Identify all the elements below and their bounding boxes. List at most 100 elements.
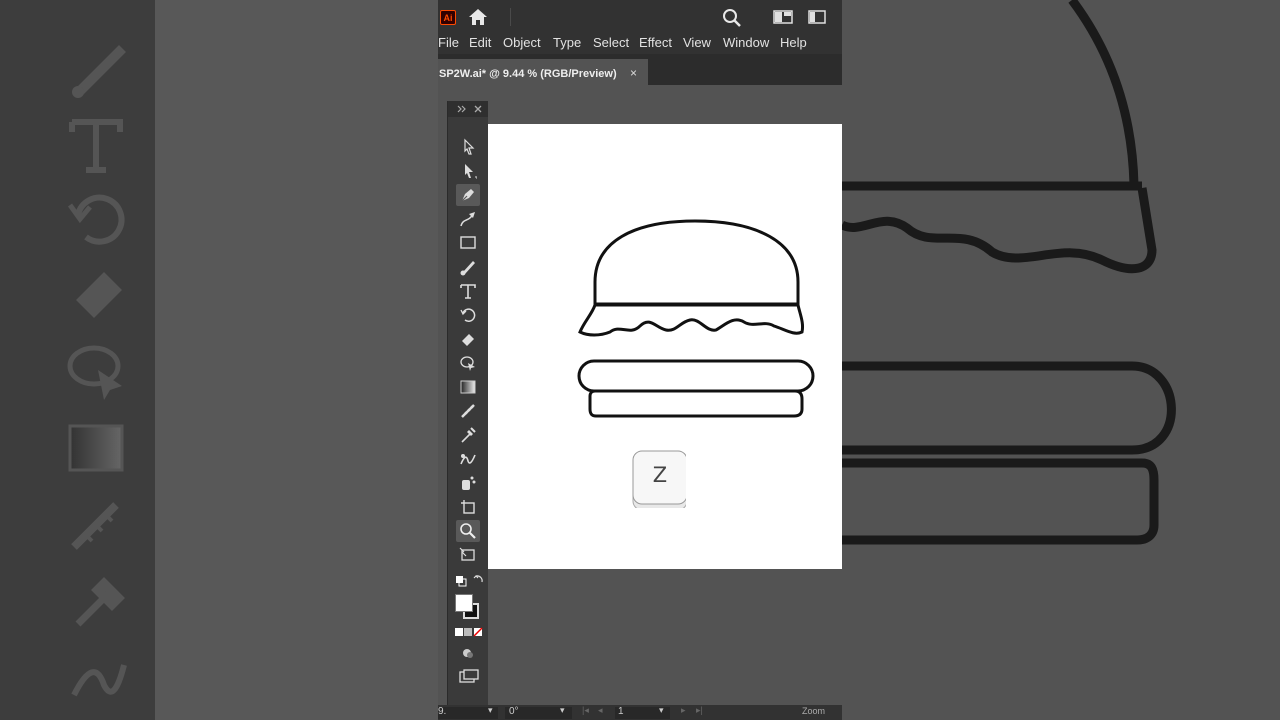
bg-brush-icon (72, 45, 126, 98)
default-fill-stroke-icon[interactable] (454, 574, 484, 588)
search-icon[interactable] (722, 8, 742, 28)
keystroke-label: Z (652, 463, 668, 487)
eyedropper-tool[interactable] (456, 424, 480, 446)
bg-blend-icon (71, 664, 127, 697)
burger-lettuce (578, 303, 804, 337)
menu-type[interactable]: Type (553, 35, 581, 50)
gradient-tool[interactable] (456, 376, 480, 398)
app-logo: Ai (440, 10, 456, 25)
menu-edit[interactable]: Edit (469, 35, 491, 50)
rotation-field[interactable]: 0° ▾ (505, 705, 572, 719)
background-canvas-strip (155, 0, 438, 720)
direct-selection-tool[interactable] (456, 160, 480, 182)
bg-shape-builder-icon (67, 345, 122, 400)
menu-help[interactable]: Help (780, 35, 807, 50)
arrange-documents-icon[interactable] (773, 10, 793, 24)
chevron-down-icon: ▾ (560, 705, 565, 715)
paintbrush-tool[interactable] (456, 256, 480, 278)
symbol-sprayer-tool[interactable] (456, 472, 480, 494)
status-bar: 9. ▾ 0° ▾ |◂ ◂ 1 ▾ ▸ ▸| Zoom (438, 705, 842, 720)
blend-icon (460, 454, 476, 465)
artboard[interactable]: Z (488, 124, 842, 569)
first-artboard-icon[interactable]: |◂ (582, 705, 589, 716)
shape-builder-icon (460, 356, 475, 371)
bg-gradient-icon (68, 424, 124, 472)
measure-icon (461, 404, 475, 418)
document-tab-title: SP2W.ai* @ 9.44 % (RGB/Preview) (439, 68, 617, 80)
menu-file[interactable]: File (438, 35, 459, 50)
rotate-tool[interactable] (456, 304, 480, 326)
current-tool-label: Zoom (802, 706, 826, 716)
bg-eyedropper-icon (75, 577, 125, 627)
home-icon[interactable] (468, 8, 488, 26)
artboard-number-field[interactable]: 1 ▾ (615, 705, 670, 719)
chevron-down-icon: ▾ (488, 705, 493, 715)
blend-tool[interactable] (456, 448, 480, 470)
menu-object[interactable]: Object (503, 35, 541, 50)
bg-burger-zoom (842, 0, 1176, 545)
bg-type-icon (69, 119, 123, 173)
next-artboard-icon[interactable]: ▸ (681, 705, 686, 716)
zoom-level-field[interactable]: 9. ▾ (438, 705, 498, 719)
menu-effect[interactable]: Effect (639, 35, 672, 50)
zoom-icon (460, 523, 476, 539)
tools-panel-header (448, 101, 488, 117)
color-mode-icons[interactable] (455, 627, 485, 639)
eraser-icon (462, 334, 474, 346)
collapse-panel-icon[interactable] (448, 101, 488, 117)
zoom-level-value: 9. (438, 706, 447, 717)
tools-panel (447, 101, 488, 720)
rotation-value: 0° (509, 706, 519, 717)
menu-bar: File Edit Object Type Select Effect View… (438, 32, 842, 54)
bg-rotate-icon (67, 194, 125, 245)
background-right-blur (842, 0, 1280, 720)
bg-eraser-icon (76, 272, 122, 318)
rotate-icon (460, 308, 476, 322)
gradient-icon (460, 380, 476, 394)
print-tiling-tool[interactable] (456, 544, 480, 566)
menu-select[interactable]: Select (593, 35, 629, 50)
rectangle-tool[interactable] (456, 232, 480, 254)
curvature-icon (460, 212, 475, 227)
chevron-down-icon: ▾ (659, 705, 664, 715)
pen-icon (461, 189, 474, 202)
screen-mode-icon[interactable] (459, 669, 479, 683)
burger-patty (577, 359, 815, 393)
rectangle-icon (460, 236, 476, 249)
title-bar: Ai (438, 0, 842, 32)
print-tiling-icon (459, 547, 475, 561)
shape-builder-tool[interactable] (456, 352, 480, 374)
document-tab-bar: SP2W.ai* @ 9.44 % (RGB/Preview) × (438, 54, 842, 85)
type-tool[interactable] (456, 280, 480, 302)
last-artboard-icon[interactable]: ▸| (696, 705, 703, 716)
symbol-sprayer-icon (462, 476, 476, 490)
eraser-tool[interactable] (456, 328, 480, 350)
pen-tool[interactable] (456, 184, 480, 206)
close-tab-icon[interactable]: × (630, 66, 637, 80)
burger-top-bun (593, 219, 800, 306)
curvature-tool[interactable] (456, 208, 480, 230)
arrow-outline-icon (464, 138, 475, 155)
menu-view[interactable]: View (683, 35, 711, 50)
document-tab[interactable]: SP2W.ai* @ 9.44 % (RGB/Preview) × (438, 59, 648, 85)
menu-window[interactable]: Window (723, 35, 769, 50)
drawing-mode-icon[interactable] (461, 646, 475, 660)
previous-artboard-icon[interactable]: ◂ (598, 705, 603, 716)
artboard-icon (461, 500, 475, 514)
selection-tool[interactable] (456, 136, 480, 158)
burger-bottom-bun (588, 389, 804, 418)
measure-tool[interactable] (456, 400, 480, 422)
artboard-tool[interactable] (456, 496, 480, 518)
background-left-blur (0, 0, 438, 720)
fill-swatch[interactable] (455, 594, 473, 612)
zoom-tool[interactable] (456, 520, 480, 542)
workspace-switcher-icon[interactable] (808, 10, 828, 24)
artboard-number-value: 1 (618, 706, 624, 717)
illustrator-window: Ai File Edit Object Type Select Effect V… (438, 0, 842, 720)
arrow-filled-icon (465, 164, 477, 179)
eyedropper-icon (461, 427, 476, 443)
brush-icon (460, 261, 475, 276)
type-icon (460, 284, 476, 299)
bg-measure-icon (71, 502, 119, 550)
title-bar-divider (510, 8, 511, 26)
